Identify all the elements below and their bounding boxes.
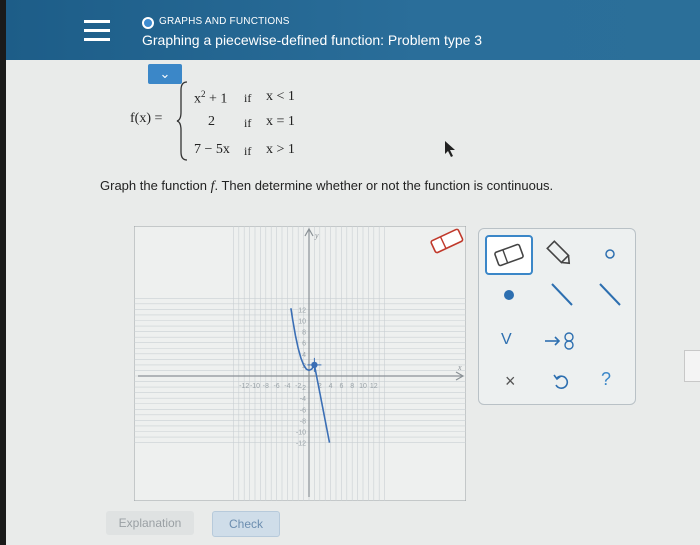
coordinate-plane[interactable]: -12 -10 -8 -6 -4 -2 2 4 6 8 10 1212108642-2-4-6-8-1… (133, 225, 467, 502)
y-tick-label: -12 (296, 441, 306, 448)
x-tick-label: 6 (339, 383, 343, 390)
graph-panel[interactable]: -12 -10 -8 -6 -4 -2 2 4 6 8 10 12 12 10 8 6 4 2 -2 -4 -6 -8 -1… (133, 225, 467, 502)
pencil-icon[interactable] (545, 239, 575, 269)
side-panel-edge (684, 350, 700, 382)
piece-2-expr: 2 (208, 114, 215, 129)
closed-point-icon[interactable] (499, 285, 519, 305)
menu-icon[interactable] (84, 20, 110, 42)
x-tick-label: 4 (329, 383, 333, 390)
x-axis-label: x (457, 363, 462, 372)
piece-1-if: if (244, 91, 252, 105)
instruction-text: Graph the function f. Then determine whe… (100, 178, 554, 194)
clear-button[interactable]: × (505, 371, 516, 392)
x-tick-label: -10 (250, 383, 260, 390)
undo-group-icon[interactable] (543, 329, 583, 353)
x-tick-label: 10 (359, 383, 367, 390)
page-title: Graphing a piecewise-defined function: P… (142, 32, 483, 48)
y-tick-label: 10 (298, 319, 306, 326)
x-tick-label: -12 (239, 383, 249, 390)
piece-2-if: if (244, 116, 252, 130)
x-tick-label: -8 (263, 383, 269, 390)
piece-3-expr: 7 − 5x (194, 142, 230, 157)
check-button[interactable]: Check (212, 511, 280, 537)
x-tick-label: 12 (370, 383, 378, 390)
y-tick-label: -6 (300, 407, 306, 414)
y-tick-label: -8 (300, 418, 306, 425)
function-name: f(x) = (130, 111, 163, 126)
y-tick-label: -2 (300, 385, 306, 392)
ray-icon[interactable] (597, 281, 623, 309)
eraser-tool-button[interactable] (485, 235, 533, 275)
eraser-icon[interactable] (428, 228, 468, 254)
x-tick-label: 8 (350, 383, 354, 390)
y-axis-label: y (314, 231, 319, 240)
parabola-tool-label[interactable]: V (501, 331, 512, 349)
tool-panel: V × ? (478, 228, 636, 405)
help-button[interactable]: ? (601, 369, 611, 390)
header-bar: GRAPHS AND FUNCTIONS Graphing a piecewis… (6, 0, 700, 60)
open-circle-icon[interactable] (599, 243, 621, 265)
y-tick-label: 4 (302, 352, 306, 359)
explanation-button[interactable]: Explanation (106, 511, 194, 535)
category-label: GRAPHS AND FUNCTIONS (159, 16, 290, 27)
undo-icon[interactable] (551, 371, 573, 393)
piece-1-condition: x < 1 (266, 89, 295, 104)
status-dot-icon (142, 17, 154, 29)
y-tick-label: 6 (302, 341, 306, 348)
line-segment-icon[interactable] (549, 281, 575, 309)
y-tick-label: -10 (296, 430, 306, 437)
brace-icon (176, 81, 188, 161)
piece-3-condition: x > 1 (266, 142, 295, 157)
eraser-icon (494, 243, 524, 267)
y-tick-label: 8 (302, 330, 306, 337)
graph-background[interactable] (133, 225, 467, 502)
piece-3-if: if (244, 144, 252, 158)
x-tick-label: -6 (273, 383, 279, 390)
x-tick-label: -4 (284, 383, 290, 390)
y-tick-label: -4 (300, 396, 306, 403)
mouse-cursor-icon (445, 141, 455, 157)
y-tick-label: 12 (298, 307, 306, 314)
piece-1-expr: x2 + 1 (194, 89, 228, 107)
piece-2-condition: x = 1 (266, 114, 295, 129)
screen: GRAPHS AND FUNCTIONS Graphing a piecewis… (6, 0, 700, 545)
